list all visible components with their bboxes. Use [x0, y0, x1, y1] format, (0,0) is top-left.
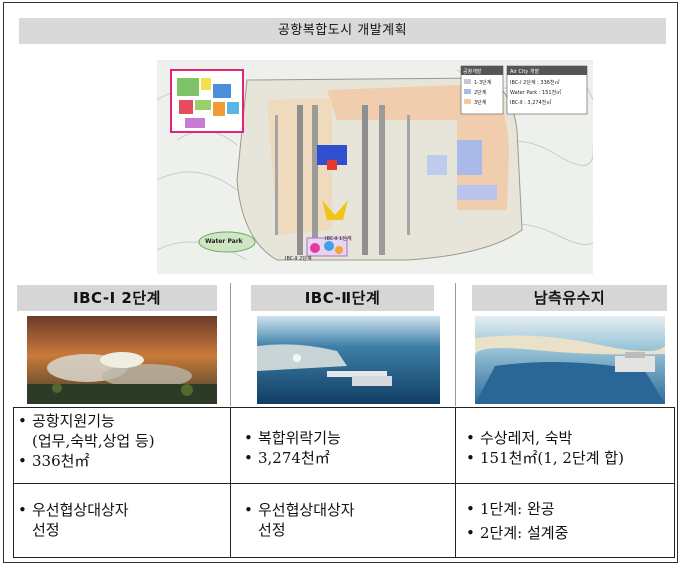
list-item-continuation: 선정: [32, 521, 60, 539]
list-item: 공항지원기능: [18, 411, 226, 431]
master-plan-map: 공항개발 Air City 개발 1-3단계 2단계 3단계 IBC-Ⅰ 2단계…: [157, 60, 593, 274]
column-divider: [230, 283, 231, 406]
legend-left-header: 공항개발: [463, 68, 482, 75]
south-reservoir-rendering-image: [475, 316, 665, 404]
column-heading-ibc1: IBC-Ⅰ 2단계: [17, 285, 217, 311]
list-item-continuation: (업무,숙박,상업 등): [32, 432, 155, 450]
list-item: 우선협상대상자: [244, 500, 450, 520]
legend-right-item: IBC-Ⅱ : 3,274천㎡: [510, 99, 551, 106]
column-divider: [455, 283, 456, 406]
south-reservoir-status-cell: 1단계: 완공 2단계: 설계중: [466, 497, 672, 545]
list-item: 336천㎡: [18, 451, 226, 471]
legend-right-item: Water Park : 151천㎡: [510, 89, 561, 96]
map-label-ibc2-phase1: IBC-Ⅱ 1단계: [325, 235, 352, 242]
list-item: 3,274천㎡: [244, 448, 450, 468]
map-label-water-park: Water Park: [205, 238, 244, 245]
map-label-ibc2-phase2: IBC-Ⅱ 2단계: [285, 255, 312, 262]
ibc1-function-cell: 공항지원기능 (업무,숙박,상업 등) 336천㎡: [18, 411, 226, 471]
table-row-divider: [13, 483, 675, 484]
legend-left-item: 1-3단계: [474, 79, 492, 86]
column-heading-ibc2: IBC-Ⅱ단계: [251, 285, 434, 311]
legend-left-item: 2단계: [474, 89, 487, 96]
list-item: 2단계: 설계중: [466, 521, 672, 545]
legend-left-item: 3단계: [474, 99, 487, 106]
list-item-continuation: 선정: [258, 521, 286, 539]
ibc2-status-cell: 우선협상대상자 선정: [244, 500, 450, 540]
column-heading-south-reservoir: 남측유수지: [472, 285, 667, 311]
ibc1-rendering-image: [27, 316, 217, 404]
list-item: 1단계: 완공: [466, 497, 672, 521]
list-item: 151천㎡(1, 2단계 합): [466, 448, 672, 468]
table-col-divider: [230, 407, 231, 558]
legend-right-header: Air City 개발: [510, 68, 539, 75]
list-item: 수상레저, 숙박: [466, 428, 672, 448]
list-item: 우선협상대상자: [18, 500, 226, 520]
list-item: 복합위락기능: [244, 428, 450, 448]
page-title: 공항복합도시 개발계획: [19, 18, 666, 44]
table-col-divider: [455, 407, 456, 558]
ibc1-status-cell: 우선협상대상자 선정: [18, 500, 226, 540]
ibc2-rendering-image: [257, 316, 440, 404]
ibc2-function-cell: 복합위락기능 3,274천㎡: [244, 428, 450, 468]
legend-right-item: IBC-Ⅰ 2단계 : 336천㎡: [510, 79, 560, 86]
south-reservoir-function-cell: 수상레저, 숙박 151천㎡(1, 2단계 합): [466, 428, 672, 468]
